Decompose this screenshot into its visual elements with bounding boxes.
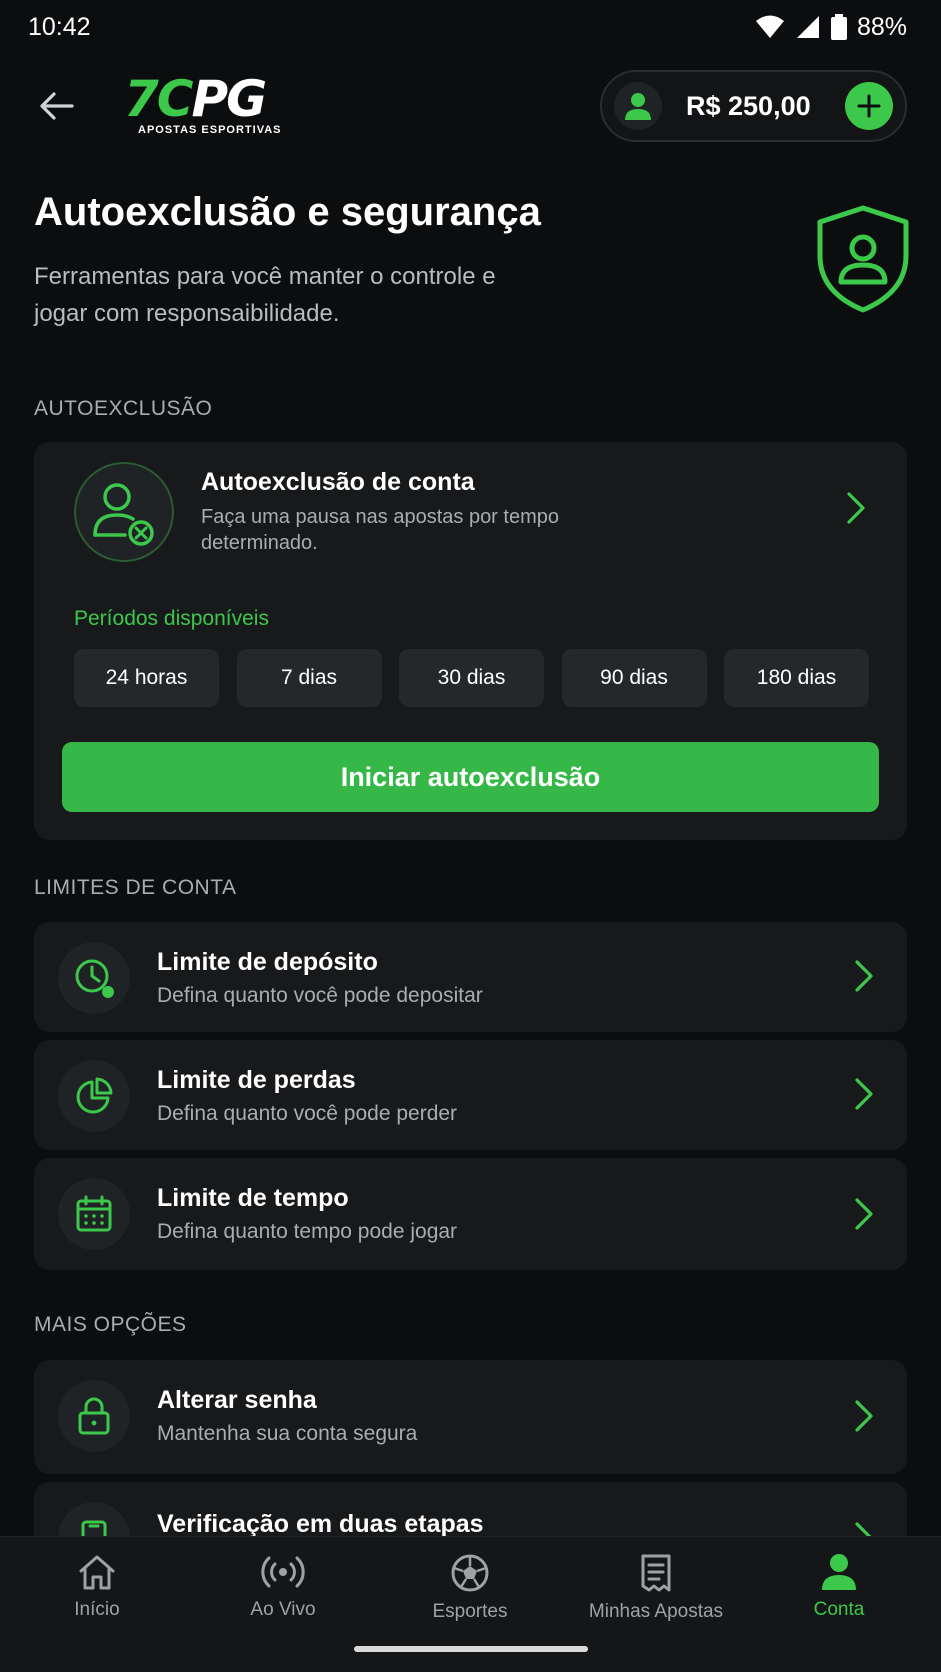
row-title: Limite de depósito [157,948,378,976]
icon-circle [58,1178,130,1250]
nav-item-minhas-apostas[interactable]: Minhas Apostas [562,1553,750,1633]
status-time: 10:42 [28,12,91,41]
section-label-more: MAIS OPÇÕES [34,1313,187,1336]
app-header: 7CPG APOSTAS ESPORTIVAS R$ 250,00 [0,64,941,148]
two-factor-row[interactable]: Verificação em duas etapas [34,1482,907,1536]
start-self-exclusion-button[interactable]: Iniciar autoexclusão [62,742,879,812]
avatar [614,82,662,130]
soccer-ball-icon [451,1554,489,1592]
row-title: Limite de perdas [157,1066,356,1094]
row-title: Alterar senha [157,1386,317,1414]
chevron-right-icon [850,1074,878,1114]
user-icon [625,93,651,120]
brand-logo[interactable]: 7CPG APOSTAS ESPORTIVAS [124,74,284,140]
pie-chart-icon [76,1077,113,1114]
row-desc: Defina quanto você pode perder [157,1102,458,1125]
chevron-right-icon [850,1194,878,1234]
time-limit-row[interactable]: Limite de tempo Defina quanto tempo pode… [34,1158,907,1270]
self-exclusion-card: Autoexclusão de conta Faça uma pausa nas… [34,442,907,840]
clock-dollar-icon [75,959,114,998]
icon-circle [58,1502,130,1536]
period-option-30d[interactable]: 30 dias [399,649,544,707]
icon-circle [74,462,174,562]
row-title: Verificação em duas etapas [157,1510,484,1536]
battery-icon [830,14,847,40]
back-button[interactable] [34,84,78,128]
period-option-24h[interactable]: 24 horas [74,649,219,707]
live-icon [261,1556,305,1588]
balance-pill[interactable]: R$ 250,00 [600,70,907,142]
period-options: 24 horas 7 dias 30 dias 90 dias 180 dias [74,649,869,707]
wifi-icon [755,15,784,38]
row-desc: Mantenha sua conta segura [157,1422,418,1445]
row-desc: Defina quanto você pode depositar [157,984,483,1007]
home-indicator[interactable] [354,1646,588,1652]
nav-label: Minhas Apostas [588,1601,724,1622]
nav-label: Conta [813,1599,865,1620]
loss-limit-row[interactable]: Limite de perdas Defina quanto você pode… [34,1040,907,1150]
battery-percent: 88% [856,12,907,41]
user-icon [822,1554,856,1590]
period-option-180d[interactable]: 180 dias [724,649,869,707]
plus-icon [857,94,881,118]
page-subtitle: Ferramentas para você manter o controle … [34,263,496,327]
status-bar: 10:42 88% [0,0,941,54]
section-label-limits: LIMITES DE CONTA [34,876,237,899]
nav-item-ao-vivo[interactable]: Ao Vivo [189,1553,377,1633]
calendar-icon [76,1195,112,1232]
nav-item-esportes[interactable]: Esportes [376,1553,564,1633]
nav-label: Esportes [432,1601,508,1622]
icon-circle [58,942,130,1014]
self-exclusion-desc: Faça uma pausa nas apostas por tempo det… [201,506,559,554]
lock-icon [78,1397,110,1435]
period-option-90d[interactable]: 90 dias [561,649,707,707]
deposit-limit-row[interactable]: Limite de depósito Defina quanto você po… [34,922,907,1032]
nav-label: Início [74,1599,120,1620]
status-icons: 88% [755,13,907,42]
icon-circle [58,1380,130,1452]
home-icon [79,1555,115,1590]
page-title: Autoexclusão e segurança [34,190,541,234]
nav-item-inicio[interactable]: Início [3,1553,191,1633]
add-funds-button[interactable] [845,82,893,130]
logo-wordmark: 7CPG [124,70,267,128]
period-option-7d[interactable]: 7 dias [236,649,382,707]
nav-item-conta[interactable]: Conta [745,1553,933,1633]
chevron-right-icon [850,1396,878,1436]
phone-shield-icon [81,1520,107,1536]
change-password-row[interactable]: Alterar senha Mantenha sua conta segura [34,1360,907,1474]
row-desc: Defina quanto tempo pode jogar [157,1220,458,1243]
icon-circle [58,1060,130,1132]
periods-label: Períodos disponíveis [74,607,269,630]
betslip-icon [641,1554,671,1592]
arrow-left-icon [40,92,74,120]
logo-subtitle: APOSTAS ESPORTIVAS [138,124,282,136]
chevron-right-icon [850,1518,878,1536]
nav-label: Ao Vivo [250,1599,316,1620]
chevron-right-icon [850,956,878,996]
user-block-icon [93,483,154,546]
chevron-right-icon[interactable] [842,488,870,528]
signal-icon [796,16,819,38]
shield-user-icon [817,205,909,313]
row-title: Limite de tempo [157,1184,349,1212]
balance-amount: R$ 250,00 [686,91,811,121]
section-label-autoexclusion: AUTOEXCLUSÃO [34,397,213,420]
self-exclusion-title: Autoexclusão de conta [201,468,475,496]
